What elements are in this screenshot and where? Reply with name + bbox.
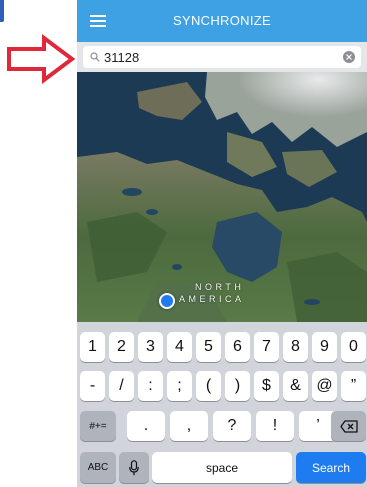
clear-x-icon[interactable] [343, 51, 355, 63]
key-slash[interactable]: / [109, 371, 134, 401]
key-colon[interactable]: : [138, 371, 163, 401]
dictation-button[interactable] [119, 452, 149, 483]
search-bar [77, 42, 367, 72]
app-header: SYNCHRONIZE [77, 0, 367, 42]
map-region-label-north: NORTH [195, 282, 245, 292]
key-ampersand[interactable]: & [283, 371, 308, 401]
key-close-paren[interactable]: ) [225, 371, 250, 401]
key-5[interactable]: 5 [196, 332, 221, 362]
key-dollar[interactable]: $ [254, 371, 279, 401]
map-region-label-america: AMERICA [179, 294, 245, 304]
key-7[interactable]: 7 [254, 332, 279, 362]
key-0[interactable]: 0 [341, 332, 366, 362]
key-exclamation[interactable]: ! [256, 411, 294, 441]
key-2[interactable]: 2 [109, 332, 134, 362]
backspace-icon [339, 419, 358, 433]
menu-button[interactable] [77, 0, 119, 42]
search-key[interactable]: Search [296, 452, 366, 483]
search-input[interactable] [104, 47, 304, 67]
key-period[interactable]: . [127, 411, 165, 441]
screenshot-stage: SYNCHRONIZE 31128 NORTH AMERICA 1 2 3 4 … [0, 0, 367, 487]
key-question[interactable]: ? [213, 411, 251, 441]
current-location-marker[interactable] [159, 293, 175, 309]
page-title: SYNCHRONIZE [173, 13, 271, 28]
key-6[interactable]: 6 [225, 332, 250, 362]
key-8[interactable]: 8 [283, 332, 308, 362]
phone-screen: SYNCHRONIZE 31128 NORTH AMERICA 1 2 3 4 … [77, 0, 367, 487]
backspace-button[interactable] [331, 411, 366, 441]
key-4[interactable]: 4 [167, 332, 192, 362]
edge-marker [0, 0, 4, 22]
key-open-paren[interactable]: ( [196, 371, 221, 401]
numeric-keyboard: 1 2 3 4 5 6 7 8 9 0 - / : ; ( ) $ & @ ” … [77, 322, 367, 487]
key-comma[interactable]: , [170, 411, 208, 441]
red-arrow-icon [7, 34, 76, 84]
key-3[interactable]: 3 [138, 332, 163, 362]
hamburger-menu-icon [90, 15, 106, 27]
space-key[interactable]: space [152, 452, 292, 483]
satellite-map[interactable]: NORTH AMERICA [77, 72, 367, 322]
key-9[interactable]: 9 [312, 332, 337, 362]
key-at[interactable]: @ [312, 371, 337, 401]
key-quote[interactable]: ” [341, 371, 366, 401]
key-1[interactable]: 1 [80, 332, 105, 362]
key-dash[interactable]: - [80, 371, 105, 401]
key-abc-mode[interactable]: ABC [80, 452, 116, 483]
search-field[interactable] [83, 46, 361, 68]
key-semicolon[interactable]: ; [167, 371, 192, 401]
key-symbols-mode[interactable]: #+= [80, 411, 116, 441]
microphone-icon [129, 459, 139, 475]
magnifier-icon [86, 46, 104, 68]
